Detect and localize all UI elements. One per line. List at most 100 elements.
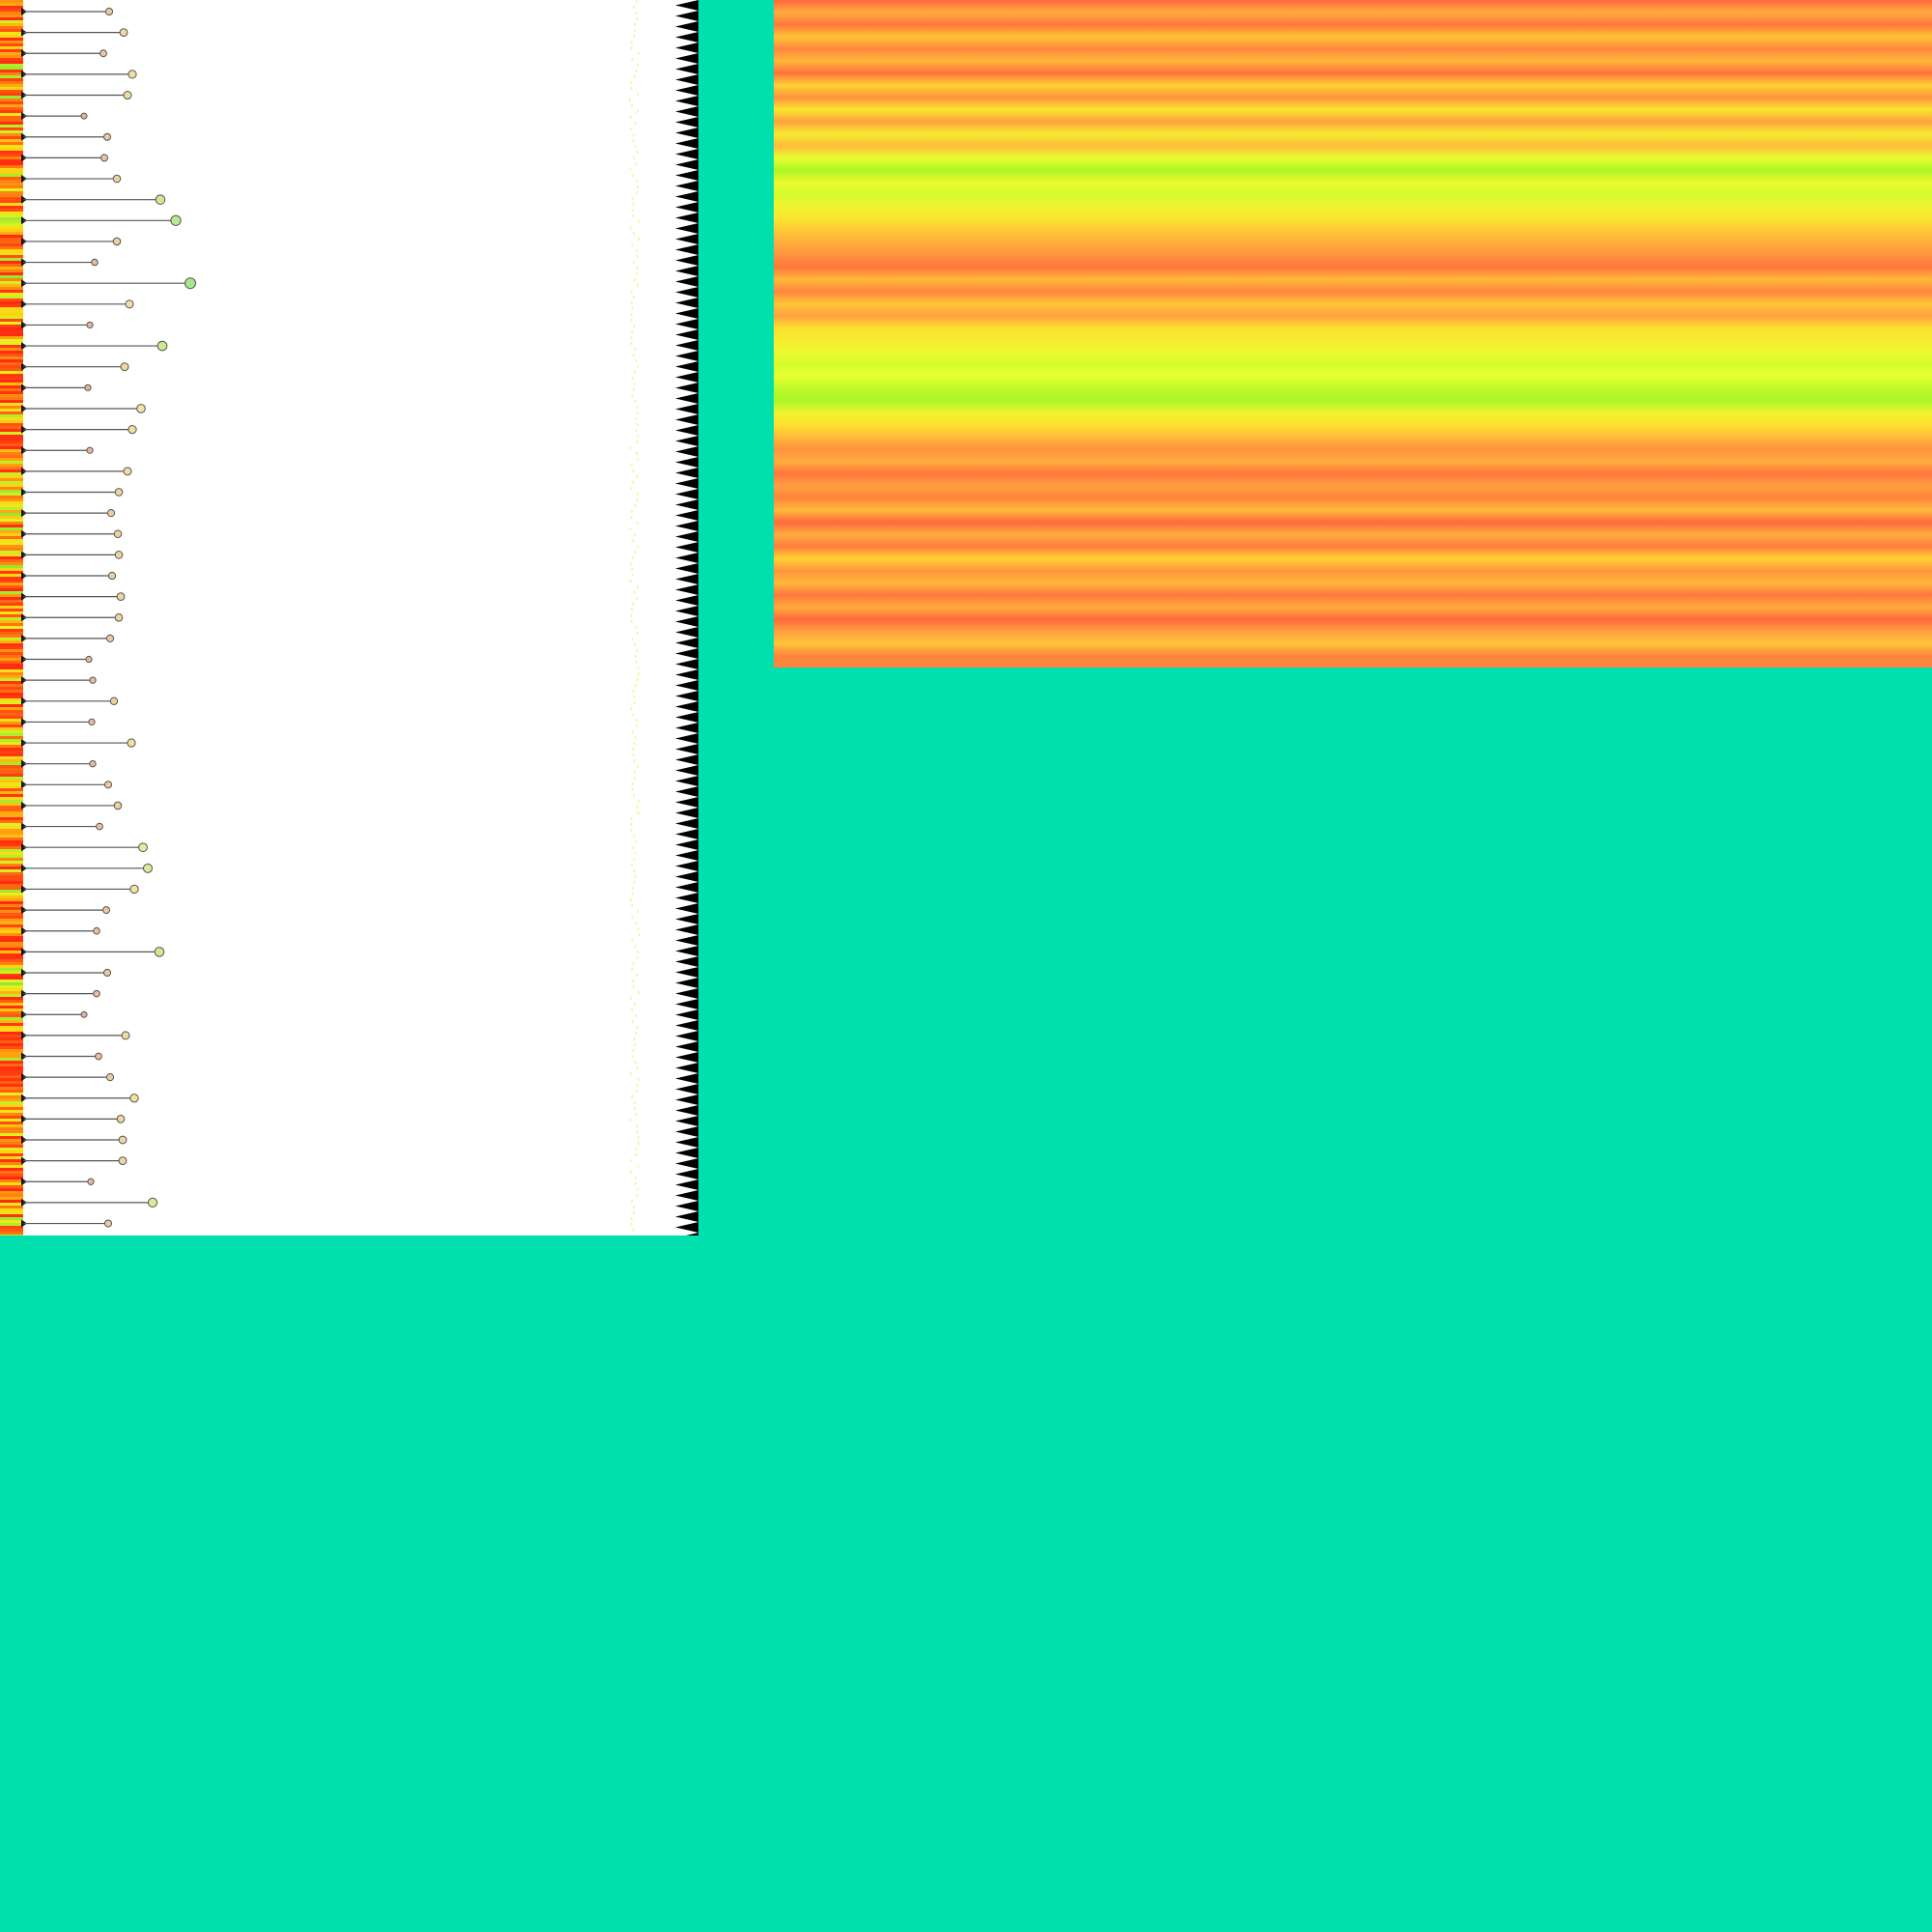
sawtooth-tooth xyxy=(675,234,698,244)
sawtooth-tooth xyxy=(675,1137,698,1148)
dash-trace-mark xyxy=(636,521,639,526)
color-strip-segment xyxy=(0,803,23,807)
lollipop-item xyxy=(21,28,128,38)
color-strip-segment xyxy=(0,545,23,549)
dash-trace-mark xyxy=(636,69,638,73)
lollipop-dot xyxy=(138,842,148,853)
lollipop-item xyxy=(21,863,153,873)
dash-trace-mark xyxy=(636,150,639,155)
color-strip-segment xyxy=(0,351,23,355)
lollipop-item xyxy=(21,258,99,267)
color-strip-segment xyxy=(0,339,23,343)
color-strip-segment xyxy=(0,1006,23,1009)
sawtooth-tooth xyxy=(675,499,698,510)
color-strip-segment xyxy=(0,971,23,975)
color-strip-segment xyxy=(0,354,23,357)
dash-trace-mark xyxy=(633,642,637,647)
dash-trace xyxy=(628,0,641,1236)
sawtooth-tooth xyxy=(675,1105,698,1116)
lollipop-dot xyxy=(80,112,88,120)
color-strip-segment xyxy=(0,1162,23,1166)
dash-trace-mark xyxy=(631,1094,634,1099)
lollipop-item xyxy=(21,1115,126,1123)
dash-trace-mark xyxy=(632,979,635,983)
color-strip-segment xyxy=(0,1058,23,1062)
dash-trace-mark xyxy=(633,532,637,537)
dash-trace-mark xyxy=(636,63,639,68)
lollipop-dot xyxy=(93,926,100,935)
color-strip-segment xyxy=(0,139,23,143)
color-strip-segment xyxy=(0,200,23,204)
color-strip-segment xyxy=(0,1066,23,1070)
color-strip-segment xyxy=(0,14,23,18)
sawtooth-tooth xyxy=(675,1190,698,1201)
sawtooth-tooth xyxy=(675,11,698,21)
dash-trace-mark xyxy=(629,115,632,120)
color-strip-segment xyxy=(0,771,23,775)
color-strip-segment xyxy=(0,438,23,441)
color-strip-segment xyxy=(0,122,23,126)
color-strip-segment xyxy=(0,38,23,42)
dash-trace-mark xyxy=(631,729,635,734)
color-strip-segment xyxy=(0,693,23,696)
sawtooth-tooth xyxy=(675,351,698,361)
dash-trace-mark xyxy=(636,474,639,479)
color-strip-segment xyxy=(0,426,23,430)
color-strip-segment xyxy=(0,1081,23,1085)
color-strip-segment xyxy=(0,191,23,195)
color-strip-segment xyxy=(0,20,23,24)
sawtooth-tooth xyxy=(675,818,698,829)
color-strip-segment xyxy=(0,212,23,215)
color-strip-segment xyxy=(0,1191,23,1195)
heatmap-band xyxy=(774,145,1932,158)
lollipop-item xyxy=(21,214,182,226)
dash-trace-mark xyxy=(629,225,632,230)
color-strip-segment xyxy=(0,0,23,4)
color-strip-segment xyxy=(0,594,23,598)
dash-trace-mark xyxy=(635,358,638,363)
color-strip-segment xyxy=(0,626,23,630)
color-strip-segment xyxy=(0,35,23,39)
color-strip-segment xyxy=(0,580,23,583)
dash-trace-mark xyxy=(632,387,636,392)
dash-trace-mark xyxy=(637,434,639,439)
color-strip-segment xyxy=(0,826,23,830)
dash-trace-mark xyxy=(636,266,639,270)
color-strip-segment xyxy=(0,623,23,627)
color-strip-segment xyxy=(0,516,23,520)
color-strip-segment xyxy=(0,782,23,786)
color-strip-segment xyxy=(0,823,23,827)
dash-trace-mark xyxy=(631,242,634,247)
dash-trace-mark xyxy=(633,1210,636,1215)
color-strip-segment xyxy=(0,562,23,566)
lollipop-dot xyxy=(147,1197,158,1208)
color-strip-segment xyxy=(0,356,23,360)
sawtooth-tooth xyxy=(675,1148,698,1158)
dash-trace-mark xyxy=(634,735,637,740)
color-strip-segment xyxy=(0,1185,23,1189)
heatmap-band xyxy=(774,218,1932,232)
color-strip-segment xyxy=(0,1133,23,1137)
color-strip-segment xyxy=(0,1061,23,1065)
sawtooth-tooth xyxy=(675,861,698,871)
color-strip-segment xyxy=(0,1208,23,1212)
sawtooth-tooth xyxy=(675,1158,698,1169)
color-strip-segment xyxy=(0,1203,23,1207)
color-strip-segment xyxy=(0,997,23,1001)
color-strip-segment xyxy=(0,1009,23,1012)
color-strip-segment xyxy=(0,577,23,581)
sawtooth-tooth xyxy=(675,924,698,935)
dash-trace-mark xyxy=(631,196,634,201)
color-strip-segment xyxy=(0,371,23,375)
color-strip-segment xyxy=(0,820,23,824)
dash-trace-mark xyxy=(632,480,635,485)
sawtooth-tooth xyxy=(675,425,698,436)
color-strip-segment xyxy=(0,374,23,378)
heatmap-band xyxy=(774,339,1932,353)
lollipop-dot xyxy=(120,362,129,372)
lollipop-item xyxy=(21,404,146,413)
dash-trace-mark xyxy=(634,144,637,149)
sawtooth-tooth xyxy=(675,638,698,648)
sawtooth-tooth xyxy=(675,712,698,723)
lollipop-item xyxy=(21,571,117,581)
